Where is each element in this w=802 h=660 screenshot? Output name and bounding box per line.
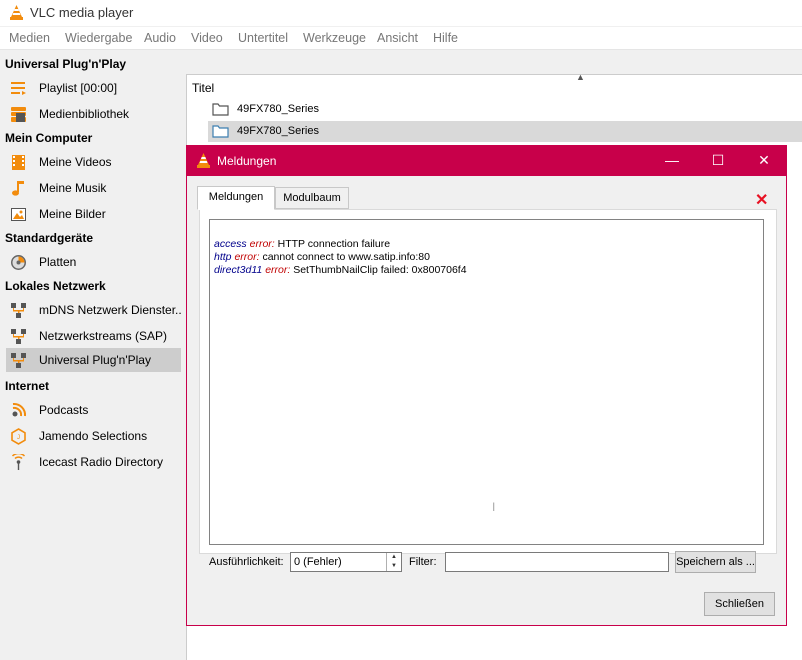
menu-ansicht[interactable]: Ansicht	[377, 31, 418, 45]
sidebar-item-icecast[interactable]: Icecast Radio Directory	[6, 450, 181, 474]
sidebar-item-mdns[interactable]: mDNS Netzwerk Dienster...	[6, 298, 181, 322]
log-text: SetThumbNailClip failed: 0x800706f4	[293, 264, 467, 276]
sidebar-item-medienbibliothek[interactable]: Medienbibliothek	[6, 102, 181, 126]
sidebar-item-label: Podcasts	[39, 403, 89, 417]
sidebar-item-meine-videos[interactable]: Meine Videos	[6, 150, 181, 174]
sidebar: Universal Plug'n'Play Playlist [00:00] M…	[0, 52, 184, 659]
sidebar-item-playlist[interactable]: Playlist [00:00]	[6, 76, 181, 100]
verbosity-value: 0 (Fehler)	[294, 556, 342, 568]
menu-untertitel[interactable]: Untertitel	[238, 31, 288, 45]
maximize-icon[interactable]: ☐	[695, 146, 741, 176]
menu-werkzeuge[interactable]: Werkzeuge	[303, 31, 366, 45]
playlist-row[interactable]: 49FX780_Series	[208, 121, 802, 142]
menu-video[interactable]: Video	[191, 31, 223, 45]
log-line: direct3d11 error: SetThumbNailClip faile…	[214, 264, 467, 276]
playlist-icon	[10, 80, 27, 97]
close-icon[interactable]: ✕	[741, 146, 787, 176]
sidebar-item-label: Meine Musik	[39, 181, 107, 195]
minimize-icon[interactable]: —	[649, 146, 695, 176]
sidebar-item-label: Meine Videos	[39, 155, 112, 169]
sidebar-section-standardgeraete: Standardgeräte	[5, 231, 94, 245]
music-note-icon	[10, 180, 27, 197]
menu-audio[interactable]: Audio	[144, 31, 176, 45]
app-title-bar: VLC media player	[0, 0, 802, 26]
media-library-icon	[10, 106, 27, 123]
folder-icon	[212, 103, 229, 119]
verbosity-label: Ausführlichkeit:	[209, 556, 284, 568]
sidebar-item-label: Playlist [00:00]	[39, 81, 118, 95]
save-as-button[interactable]: Speichern als ...	[675, 551, 756, 573]
network-icon	[10, 302, 27, 319]
film-icon	[10, 154, 27, 171]
sidebar-item-jamendo[interactable]: J Jamendo Selections	[6, 424, 181, 448]
vlc-cone-icon	[196, 153, 211, 171]
sidebar-item-meine-bilder[interactable]: Meine Bilder	[6, 202, 181, 226]
verbosity-spinbox[interactable]: 0 (Fehler) ▲ ▼	[290, 552, 402, 572]
app-title: VLC media player	[30, 5, 134, 20]
log-line: http error: cannot connect to www.satip.…	[214, 251, 430, 263]
sidebar-item-label: Medienbibliothek	[39, 107, 130, 121]
sidebar-item-label: Netzwerkstreams (SAP)	[39, 329, 168, 343]
menu-hilfe[interactable]: Hilfe	[433, 31, 458, 45]
filter-label: Filter:	[409, 556, 437, 568]
playlist-row-label: 49FX780_Series	[237, 103, 319, 115]
sidebar-item-meine-musik[interactable]: Meine Musik	[6, 176, 181, 200]
menu-bar: Medien Wiedergabe Audio Video Untertitel…	[0, 27, 802, 50]
jamendo-icon: J	[10, 428, 27, 445]
folder-icon	[212, 125, 229, 141]
menu-medien[interactable]: Medien	[9, 31, 50, 45]
close-button[interactable]: Schließen	[704, 592, 775, 616]
sidebar-section-internet: Internet	[5, 379, 50, 393]
playlist-row-label: 49FX780_Series	[237, 125, 319, 137]
radio-icon	[10, 452, 27, 471]
playlist-row[interactable]: 49FX780_Series	[208, 99, 802, 120]
sidebar-item-sap[interactable]: Netzwerkstreams (SAP)	[6, 324, 181, 348]
sidebar-item-label: Platten	[39, 255, 77, 269]
messages-dialog: Meldungen — ☐ ✕ Meldungen Modulbaum ✕ ac…	[186, 145, 787, 626]
log-level: error:	[265, 264, 291, 276]
message-log[interactable]: access error: HTTP connection failure ht…	[209, 219, 764, 545]
filter-input[interactable]	[445, 552, 669, 572]
tab-modulbaum[interactable]: Modulbaum	[275, 187, 349, 209]
log-module: access	[214, 238, 247, 250]
sidebar-item-label: Jamendo Selections	[39, 429, 148, 443]
network-icon	[10, 352, 27, 369]
disc-icon	[10, 254, 27, 271]
clear-messages-icon[interactable]: ✕	[755, 190, 768, 210]
sidebar-item-podcasts[interactable]: Podcasts	[6, 398, 181, 422]
log-module: direct3d11	[214, 264, 263, 276]
dialog-title: Meldungen	[217, 154, 277, 168]
log-text: cannot connect to www.satip.info:80	[262, 251, 430, 263]
vlc-cone-icon	[9, 5, 24, 23]
tab-meldungen[interactable]: Meldungen	[197, 186, 275, 210]
log-text: HTTP connection failure	[277, 238, 391, 250]
sidebar-item-label: mDNS Netzwerk Dienster...	[39, 303, 181, 317]
sidebar-item-upnp[interactable]: Universal Plug'n'Play	[6, 348, 181, 372]
menu-wiedergabe[interactable]: Wiedergabe	[65, 31, 132, 45]
sidebar-section-upnp: Universal Plug'n'Play	[5, 57, 127, 71]
sidebar-item-platten[interactable]: Platten	[6, 250, 181, 274]
picture-icon	[10, 206, 27, 223]
log-level: error:	[234, 251, 260, 263]
podcast-icon	[10, 402, 27, 419]
log-line: access error: HTTP connection failure	[214, 238, 390, 250]
network-icon	[10, 328, 27, 345]
text-cursor-icon: I	[492, 500, 496, 514]
dialog-title-bar: Meldungen — ☐ ✕	[187, 146, 786, 176]
sidebar-item-label: Meine Bilder	[39, 207, 106, 221]
sidebar-section-lokales-netzwerk: Lokales Netzwerk	[5, 279, 106, 293]
sidebar-section-mein-computer: Mein Computer	[5, 131, 93, 145]
column-header-title[interactable]: Titel	[192, 81, 214, 95]
spin-arrows-icon[interactable]: ▲ ▼	[386, 553, 401, 571]
svg-text:J: J	[17, 435, 20, 441]
sidebar-item-label: Icecast Radio Directory	[39, 455, 164, 469]
log-level: error:	[249, 238, 275, 250]
sort-arrow-icon[interactable]: ▲	[576, 72, 585, 82]
sidebar-item-label: Universal Plug'n'Play	[39, 353, 151, 367]
log-module: http	[214, 251, 232, 263]
